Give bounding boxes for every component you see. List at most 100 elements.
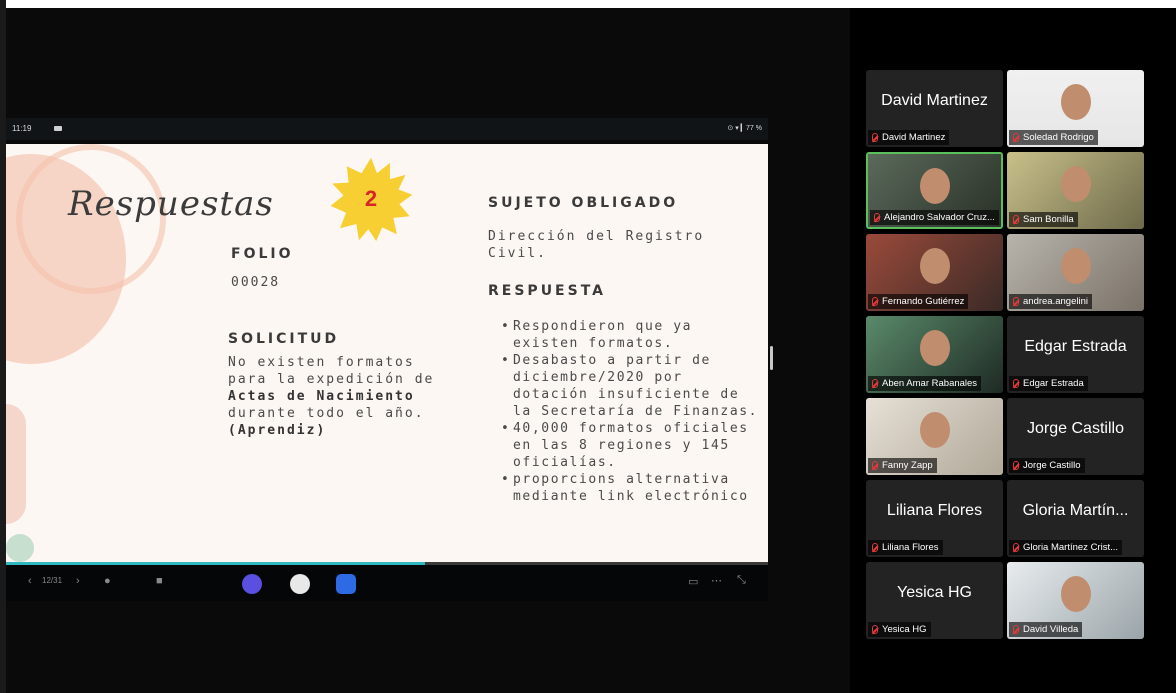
participant-name-label: Fanny Zapp <box>868 458 937 473</box>
solicitud-bold: Actas de Nacimiento <box>228 389 415 404</box>
respuesta-list: Respondieron que ya existen formatos. De… <box>501 318 761 505</box>
solicitud-text-part: durante todo el año. <box>228 406 425 421</box>
mic-muted-icon <box>1013 215 1019 224</box>
mic-muted-icon <box>872 297 878 306</box>
slide-number: 2 <box>364 186 378 211</box>
participant-display-name: Liliana Flores <box>886 501 983 519</box>
mic-muted-icon <box>1013 625 1019 634</box>
status-time: 11:19 <box>12 124 32 133</box>
keyboard-icon[interactable]: ▭ <box>688 575 698 588</box>
participant-name-label: Edgar Estrada <box>1009 376 1088 391</box>
participant-display-name: Gloria Martín... <box>1022 501 1129 519</box>
gallery-app-icon[interactable] <box>290 574 310 594</box>
window-top-strip <box>0 0 1176 8</box>
participant-name-label: Soledad Rodrigo <box>1009 130 1098 145</box>
solicitud-text-part: No existen formatos para la expedición d… <box>228 355 435 387</box>
participant-name: Alejandro Salvador Cruz... <box>884 212 995 223</box>
participant-tile[interactable]: Alejandro Salvador Cruz... <box>866 152 1003 229</box>
participant-name-label: Aben Amar Rabanales <box>868 376 982 391</box>
participant-name: David Villeda <box>1023 624 1079 635</box>
participant-name: Liliana Flores <box>882 542 939 553</box>
presentation-navbar: ‹ 12/31 › ● ■ ▭ ⋯ ⤡ <box>6 565 768 601</box>
zoom-app-icon[interactable] <box>336 574 356 594</box>
participant-name: Gloria Martínez Crist... <box>1023 542 1119 553</box>
participant-display-name: David Martinez <box>881 91 988 109</box>
participant-tile[interactable]: Jorge Castillo Jorge Castillo <box>1007 398 1144 475</box>
participant-tile[interactable]: Sam Bonilla <box>1007 152 1144 229</box>
chevron-right-icon[interactable]: › <box>76 575 80 587</box>
mic-muted-icon <box>1013 133 1019 142</box>
respuesta-heading: RESPUESTA <box>488 283 606 299</box>
participant-tile[interactable]: Edgar Estrada Edgar Estrada <box>1007 316 1144 393</box>
participant-name-label: andrea.angelini <box>1009 294 1092 309</box>
solicitud-text: No existen formatos para la expedición d… <box>228 354 458 439</box>
presentation-slide: Respuestas 2 FOLIO 00028 SOLICITUD No ex… <box>6 144 768 562</box>
status-icons: ⊙ ▾ ▎77 % <box>727 125 762 132</box>
participant-tile[interactable]: Fernando Gutiérrez <box>866 234 1003 311</box>
mic-muted-icon <box>1013 297 1019 306</box>
list-item: 40,000 formatos oficiales en las 8 regio… <box>501 420 761 471</box>
participant-display-name: Jorge Castillo <box>1027 419 1124 437</box>
participant-name: Aben Amar Rabanales <box>882 378 978 389</box>
participant-name: Yesica HG <box>882 624 927 635</box>
participant-name-label: Yesica HG <box>868 622 931 637</box>
solicitud-author: (Aprendiz) <box>228 423 327 438</box>
participant-name-label: Liliana Flores <box>868 540 943 555</box>
fullscreen-icon[interactable]: ⤡ <box>737 574 746 587</box>
participant-name: Fernando Gutiérrez <box>882 296 965 307</box>
participant-name: David Martinez <box>882 132 946 143</box>
participant-name-label: Gloria Martínez Crist... <box>1009 540 1123 555</box>
camera-icon <box>54 126 62 131</box>
participant-name: Jorge Castillo <box>1023 460 1081 471</box>
mic-muted-icon <box>872 543 878 552</box>
mic-muted-icon <box>1013 379 1019 388</box>
sujeto-heading: SUJETO OBLIGADO <box>488 195 679 211</box>
sujeto-value: Dirección del Registro Civil. <box>488 229 705 261</box>
chevron-left-icon[interactable]: ‹ <box>28 575 32 587</box>
participant-name-label: Fernando Gutiérrez <box>868 294 969 309</box>
participant-tile[interactable]: Liliana Flores Liliana Flores <box>866 480 1003 557</box>
more-icon[interactable]: ⋯ <box>711 574 722 587</box>
participant-tile[interactable]: David Martinez David Martinez <box>866 70 1003 147</box>
slide-title: Respuestas <box>68 184 274 224</box>
participant-face <box>919 248 950 284</box>
participant-tile[interactable]: Aben Amar Rabanales <box>866 316 1003 393</box>
participant-tile[interactable]: andrea.angelini <box>1007 234 1144 311</box>
folio-heading: FOLIO <box>231 246 294 262</box>
folio-value: 00028 <box>231 275 281 290</box>
mic-muted-icon <box>874 213 880 222</box>
participant-face <box>1060 248 1091 284</box>
participant-name-label: Alejandro Salvador Cruz... <box>870 210 999 225</box>
participant-name-label: David Villeda <box>1009 622 1083 637</box>
mic-muted-icon <box>872 133 878 142</box>
participant-face <box>919 330 950 366</box>
participant-face <box>919 168 950 204</box>
participant-tile[interactable]: David Villeda <box>1007 562 1144 639</box>
mic-muted-icon <box>872 379 878 388</box>
page-counter: 12/31 <box>42 576 63 585</box>
splitter-handle[interactable] <box>770 346 773 370</box>
participant-tile[interactable]: Gloria Martín... Gloria Martínez Crist... <box>1007 480 1144 557</box>
participant-display-name: Edgar Estrada <box>1024 337 1127 355</box>
participant-name: Soledad Rodrigo <box>1023 132 1094 143</box>
participant-name: Sam Bonilla <box>1023 214 1074 225</box>
tablet-status-bar: 11:19 ⊙ ▾ ▎77 % <box>6 118 768 140</box>
participant-tile[interactable]: Fanny Zapp <box>866 398 1003 475</box>
participant-face <box>1060 576 1091 612</box>
participant-tile[interactable]: Yesica HG Yesica HG <box>866 562 1003 639</box>
decorative-blob <box>6 534 34 562</box>
participant-display-name: Yesica HG <box>897 583 972 601</box>
participant-name: Edgar Estrada <box>1023 378 1084 389</box>
participant-tile[interactable]: Soledad Rodrigo <box>1007 70 1144 147</box>
participant-name: andrea.angelini <box>1023 296 1088 307</box>
participant-name: Fanny Zapp <box>882 460 933 471</box>
participant-name-label: Sam Bonilla <box>1009 212 1078 227</box>
mic-muted-icon <box>872 461 878 470</box>
circle-dot-icon[interactable]: ● <box>104 575 111 587</box>
list-item: Desabasto a partir de diciembre/2020 por… <box>501 352 761 420</box>
participant-face <box>1060 166 1091 202</box>
participant-face <box>919 412 950 448</box>
canva-app-icon[interactable] <box>242 574 262 594</box>
list-item: Respondieron que ya existen formatos. <box>501 318 761 352</box>
square-icon[interactable]: ■ <box>156 575 163 587</box>
